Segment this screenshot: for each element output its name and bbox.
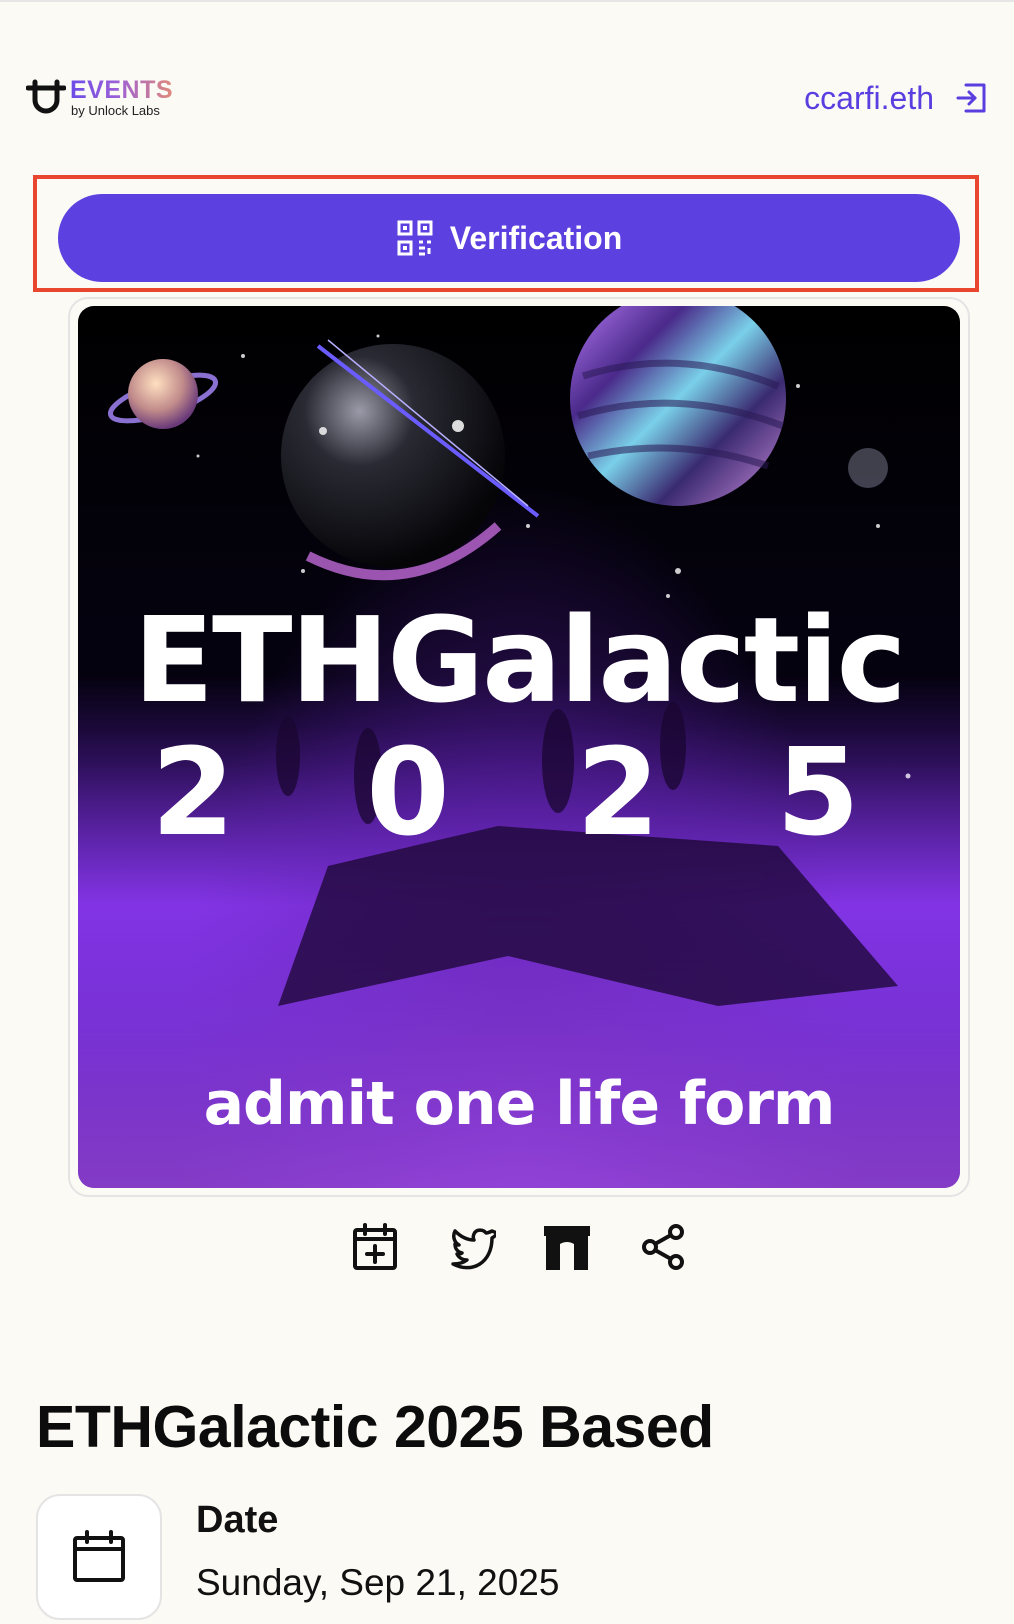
account-name-link[interactable]: ccarfi.eth: [804, 76, 934, 120]
share-toolbar: [0, 1222, 1014, 1272]
unlock-logo-icon: [26, 79, 66, 114]
cover-tagline: admit one life form: [204, 1069, 835, 1139]
event-cover-image: ETHGalactic 2 0 2 5 admit one life form: [78, 306, 960, 1188]
cover-year-digit: 2: [151, 724, 235, 863]
cover-year-digit: 0: [366, 724, 450, 863]
cover-year-digit: 5: [776, 724, 860, 863]
cover-art: ETHGalactic 2 0 2 5 admit one life form: [78, 306, 960, 1188]
top-border: [0, 0, 1014, 2]
verification-button[interactable]: Verification: [58, 194, 960, 282]
calendar-plus-icon[interactable]: [350, 1222, 400, 1272]
date-label: Date: [196, 1499, 279, 1541]
date-value: Sunday, Sep 21, 2025: [196, 1562, 560, 1603]
cover-year-digit: 2: [576, 724, 660, 863]
logo-title: EVENTS: [70, 76, 174, 104]
twitter-icon[interactable]: [446, 1222, 496, 1272]
verification-label: Verification: [449, 219, 623, 256]
logo-subtitle: by Unlock Labs: [71, 103, 160, 118]
logout-icon[interactable]: [954, 81, 988, 115]
events-logo[interactable]: EVENTS by Unlock Labs: [26, 76, 206, 122]
opensea-icon[interactable]: [542, 1222, 592, 1272]
account-area: ccarfi.eth: [804, 76, 988, 120]
event-title: ETHGalactic 2025 Based: [36, 1394, 714, 1460]
cover-headline: ETHGalactic: [133, 591, 904, 729]
date-icon-box: [36, 1494, 162, 1620]
qr-code-icon: [397, 220, 433, 256]
share-icon[interactable]: [638, 1222, 688, 1272]
calendar-icon: [73, 1530, 125, 1582]
